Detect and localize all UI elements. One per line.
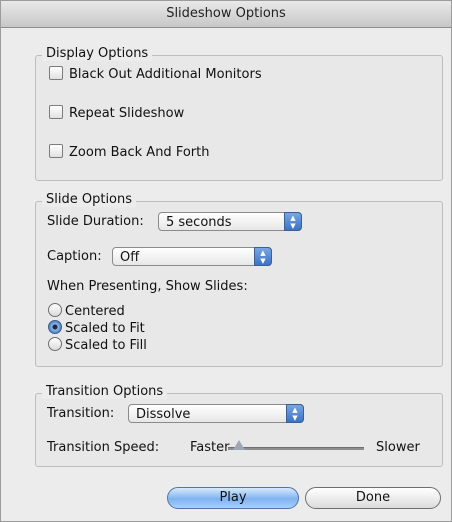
display-options-group: Display Options Black Out Additional Mon… bbox=[35, 46, 443, 181]
transition-options-group: Transition Options Transition: Dissolve … bbox=[35, 384, 443, 467]
radio-centered[interactable]: Centered bbox=[48, 303, 125, 321]
slide-duration-label: Slide Duration: bbox=[47, 214, 144, 229]
play-button[interactable]: Play bbox=[167, 487, 299, 509]
radio-centered-label: Centered bbox=[65, 304, 125, 319]
transition-speed-label: Transition Speed: bbox=[47, 440, 160, 455]
transition-options-title: Transition Options bbox=[42, 384, 168, 399]
slide-duration-popup[interactable]: 5 seconds ▲ ▼ bbox=[158, 212, 302, 231]
zoom-back-forth-box[interactable] bbox=[49, 144, 63, 158]
window-title: Slideshow Options bbox=[166, 6, 286, 21]
zoom-back-forth-label: Zoom Back And Forth bbox=[69, 145, 210, 160]
speed-faster-label: Faster bbox=[190, 440, 230, 455]
up-down-arrows-icon: ▲ ▼ bbox=[284, 212, 302, 231]
repeat-slideshow-label: Repeat Slideshow bbox=[69, 106, 185, 121]
radio-scaled-to-fill-button[interactable] bbox=[48, 337, 62, 351]
caption-value: Off bbox=[120, 250, 140, 265]
radio-centered-button[interactable] bbox=[48, 303, 62, 317]
slider-knob-icon[interactable] bbox=[232, 440, 245, 450]
radio-scaled-to-fit[interactable]: Scaled to Fit bbox=[48, 320, 145, 338]
repeat-slideshow-box[interactable] bbox=[49, 105, 63, 119]
display-options-title: Display Options bbox=[42, 46, 153, 61]
slideshow-options-window: Slideshow Options Display Options Black … bbox=[0, 0, 452, 522]
black-out-monitors-label: Black Out Additional Monitors bbox=[69, 67, 262, 82]
play-button-label: Play bbox=[219, 490, 247, 505]
when-presenting-label: When Presenting, Show Slides: bbox=[47, 279, 248, 294]
slide-options-group: Slide Options Slide Duration: 5 seconds … bbox=[35, 192, 443, 367]
transition-label: Transition: bbox=[47, 406, 115, 421]
speed-slower-label: Slower bbox=[376, 440, 420, 455]
radio-scaled-to-fill-label: Scaled to Fill bbox=[65, 338, 147, 353]
transition-speed-slider[interactable] bbox=[228, 447, 364, 450]
transition-value: Dissolve bbox=[136, 407, 191, 422]
black-out-monitors-box[interactable] bbox=[49, 66, 63, 80]
radio-scaled-to-fit-label: Scaled to Fit bbox=[65, 321, 145, 336]
black-out-monitors-checkbox[interactable]: Black Out Additional Monitors bbox=[49, 66, 262, 84]
radio-scaled-to-fill[interactable]: Scaled to Fill bbox=[48, 337, 147, 355]
slide-options-title: Slide Options bbox=[42, 192, 137, 207]
repeat-slideshow-checkbox[interactable]: Repeat Slideshow bbox=[49, 105, 184, 123]
zoom-back-forth-checkbox[interactable]: Zoom Back And Forth bbox=[49, 144, 209, 162]
window-titlebar: Slideshow Options bbox=[1, 1, 451, 28]
caption-label: Caption: bbox=[47, 249, 102, 264]
slide-duration-value: 5 seconds bbox=[166, 215, 232, 230]
up-down-arrows-icon: ▲ ▼ bbox=[254, 247, 272, 266]
done-button[interactable]: Done bbox=[305, 487, 441, 509]
done-button-label: Done bbox=[355, 490, 391, 505]
up-down-arrows-icon: ▲ ▼ bbox=[286, 404, 304, 423]
caption-popup[interactable]: Off ▲ ▼ bbox=[112, 247, 272, 266]
radio-scaled-to-fit-button[interactable] bbox=[48, 320, 62, 334]
transition-popup[interactable]: Dissolve ▲ ▼ bbox=[128, 404, 304, 423]
